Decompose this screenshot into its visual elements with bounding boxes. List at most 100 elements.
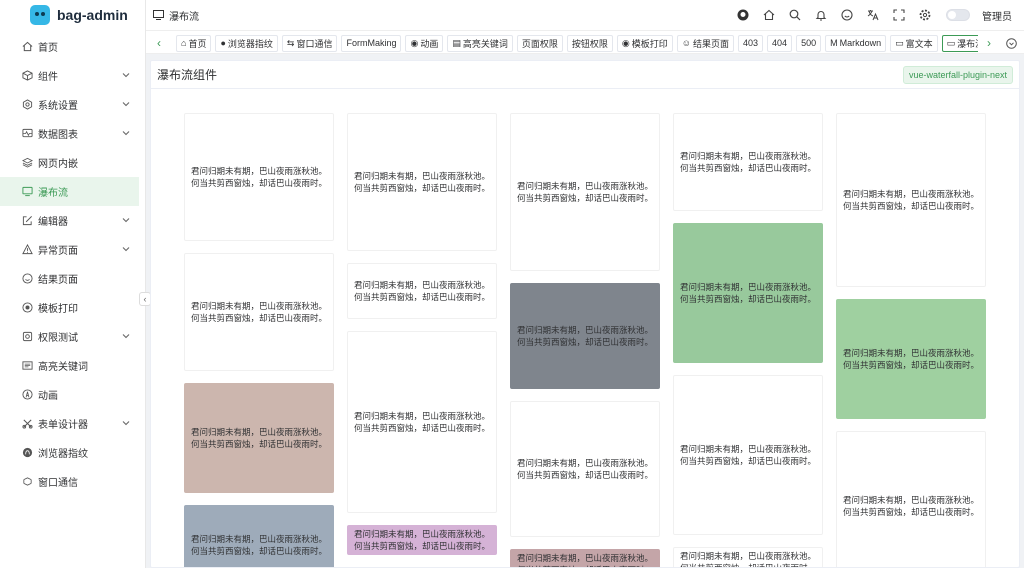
waterfall-item[interactable]: 君问归期未有期，巴山夜雨涨秋池。 何当共剪西窗烛，却话巴山夜雨时。 [184,383,334,493]
sidebar-item[interactable]: 瀑布流 [0,177,139,206]
tab-tag[interactable]: 403 [738,34,764,52]
sidebar-item-label: 权限测试 [38,333,78,344]
tab-tag[interactable]: ⌂ 首页 [176,34,212,52]
tags-list: ⌂ 首页 ● 浏览器指纹 ⇆ 窗口通信 FormMaking ◉ 动画 ▤ 高亮关键词 页面权限 按钮权… [176,31,978,55]
tag-label: 瀑布流 [957,38,978,49]
waterfall-item[interactable]: 君问归期未有期，巴山夜雨涨秋池。 何当共剪西窗烛，却话巴山夜雨时。 [836,113,986,287]
tab-tag[interactable]: 页面权限 [516,34,563,52]
sidebar-item[interactable]: 组件 [0,61,139,90]
tab-tag[interactable]: ☺ 结果页面 [676,34,735,52]
tab-tag[interactable]: 404 [767,34,793,52]
sidebar-item[interactable]: 网页内嵌 [0,148,139,177]
tag-icon: M [830,38,838,48]
waterfall-item[interactable]: 君问归期未有期，巴山夜雨涨秋池。 何当共剪西窗烛，却话巴山夜雨时。 [184,505,334,567]
tab-tag[interactable]: ▭ 富文本 [890,34,938,52]
waterfall-item[interactable]: 君问归期未有期，巴山夜雨涨秋池。 何当共剪西窗烛，却话巴山夜雨时。 [347,263,497,319]
tags-bar: ‹ ⌂ 首页 ● 浏览器指纹 ⇆ 窗口通信 FormMaking ◉ 动画 ▤ 高亮关键词 页面权限按… [146,30,1024,54]
waterfall-item[interactable]: 君问归期未有期，巴山夜雨涨秋池。 何当共剪西窗烛，却话巴山夜雨时。 [510,401,660,537]
tags-scroll-right-icon[interactable]: › [978,31,1000,55]
waterfall-item[interactable]: 君问归期未有期，巴山夜雨涨秋池。 何当共剪西窗烛，却话巴山夜雨时。 [836,431,986,567]
tag-icon: ◉ [410,37,419,48]
waterfall-item[interactable]: 君问归期未有期，巴山夜雨涨秋池。 何当共剪西窗烛，却话巴山夜雨时。 [836,299,986,419]
sidebar-item[interactable]: 窗口通信 [0,467,139,496]
bell-icon[interactable] [808,0,834,30]
waterfall-item[interactable]: 君问归期未有期，巴山夜雨涨秋池。 何当共剪西窗烛，却话巴山夜雨时。 [510,283,660,389]
waterfall-item[interactable]: 君问归期未有期，巴山夜雨涨秋池。 何当共剪西窗烛，却话巴山夜雨时。 [673,113,823,211]
fingerprint-icon [21,447,33,459]
home-icon[interactable] [756,0,782,30]
monitor-icon [21,186,33,198]
sidebar-item[interactable]: 结果页面 [0,264,139,293]
waterfall-item[interactable]: 君问归期未有期，巴山夜雨涨秋池。 何当共剪西窗烛，却话巴山夜雨时。 [673,375,823,535]
tab-tag[interactable]: 500 [796,34,822,52]
tag-label: 404 [772,38,788,48]
header-actions: 管理员 [730,0,1024,30]
tag-label: 模板打印 [631,38,668,49]
page-title: 瀑布流组件 [157,68,218,82]
tab-tag[interactable]: FormMaking [341,34,402,52]
app-logo[interactable]: bag-admin [0,0,145,30]
sidebar-item[interactable]: 权限测试 [0,322,139,351]
sidebar-item-label: 瀑布流 [38,188,68,199]
waterfall-item[interactable]: 君问归期未有期，巴山夜雨涨秋池。 何当共剪西窗烛，却话巴山夜雨时。 [347,113,497,251]
waterfall-item-text: 君问归期未有期，巴山夜雨涨秋池。 何当共剪西窗烛，却话巴山夜雨时。 [354,280,491,302]
tag-icon: ▭ [895,37,904,48]
waterfall-item-text: 君问归期未有期，巴山夜雨涨秋池。 何当共剪西窗烛，却话巴山夜雨时。 [354,171,491,193]
smile-icon[interactable] [834,0,860,30]
tag-label: 403 [743,38,759,48]
tab-tag[interactable]: M Markdown [825,34,887,52]
waterfall-item-text: 君问归期未有期，巴山夜雨涨秋池。 何当共剪西窗烛，却话巴山夜雨时。 [191,166,328,188]
search-icon[interactable] [782,0,808,30]
waterfall-item[interactable]: 君问归期未有期，巴山夜雨涨秋池。 何当共剪西窗烛，却话巴山夜雨时。 [673,223,823,363]
sidebar-item[interactable]: 异常页面 [0,235,139,264]
waterfall-item-text: 君问归期未有期，巴山夜雨涨秋池。 何当共剪西窗烛，却话巴山夜雨时。 [191,427,328,449]
theme-toggle[interactable] [946,9,970,21]
waterfall-item-text: 君问归期未有期，巴山夜雨涨秋池。 何当共剪西窗烛，却话巴山夜雨时。 [680,151,817,173]
github-icon[interactable] [730,0,756,30]
sidebar-item[interactable]: 浏览器指纹 [0,438,139,467]
waterfall-item-text: 君问归期未有期，巴山夜雨涨秋池。 何当共剪西窗烛，却话巴山夜雨时。 [354,411,491,433]
tag-label: 动画 [420,38,439,49]
breadcrumb-current: 瀑布流 [169,11,199,23]
sidebar-item[interactable]: 编辑器 [0,206,139,235]
chevron-down-icon [122,247,130,252]
waterfall-item[interactable]: 君问归期未有期，巴山夜雨涨秋池。 何当共剪西窗烛，却话巴山夜雨时。 [184,253,334,371]
waterfall-item[interactable]: 君问归期未有期，巴山夜雨涨秋池。 何当共剪西窗烛，却话巴山夜雨时。 [184,113,334,241]
waterfall-item-text: 君问归期未有期，巴山夜雨涨秋池。 何当共剪西窗烛，却话巴山夜雨时。 [517,325,654,347]
tab-tag[interactable]: ● 浏览器指纹 [215,34,278,52]
sidebar-item[interactable]: 首页 [0,32,139,61]
waterfall-item-text: 君问归期未有期，巴山夜雨涨秋池。 何当共剪西窗烛，却话巴山夜雨时。 [680,282,817,304]
tab-tag[interactable]: ◉ 动画 [405,34,444,52]
tag-icon: ⇆ [286,37,295,48]
chevron-down-icon [122,334,130,339]
waterfall-item[interactable]: 君问归期未有期，巴山夜雨涨秋池。 何当共剪西窗烛，却话巴山夜雨时。 [673,547,823,567]
gear-icon[interactable] [912,0,938,30]
fullscreen-icon[interactable] [886,0,912,30]
sidebar-item[interactable]: 高亮关键词 [0,351,139,380]
user-name[interactable]: 管理员 [982,8,1012,23]
sidebar-item[interactable]: 表单设计器 [0,409,139,438]
tab-tag[interactable]: ▤ 高亮关键词 [447,34,513,52]
waterfall-item[interactable]: 君问归期未有期，巴山夜雨涨秋池。 何当共剪西窗烛，却话巴山夜雨时。 [510,113,660,271]
print-icon [21,302,33,314]
waterfall-item-text: 君问归期未有期，巴山夜雨涨秋池。 何当共剪西窗烛，却话巴山夜雨时。 [517,553,654,567]
settings-icon [21,99,33,111]
sidebar-item[interactable]: 模板打印 [0,293,139,322]
waterfall-item-text: 君问归期未有期，巴山夜雨涨秋池。 何当共剪西窗烛，却话巴山夜雨时。 [517,458,654,480]
smile-icon [21,273,33,285]
tags-more-icon[interactable] [1002,31,1020,55]
waterfall-item[interactable]: 君问归期未有期，巴山夜雨涨秋池。 何当共剪西窗烛，却话巴山夜雨时。 [510,549,660,567]
waterfall-item[interactable]: 君问归期未有期，巴山夜雨涨秋池。 何当共剪西窗烛，却话巴山夜雨时。 [347,525,497,555]
sidebar-item[interactable]: 系统设置 [0,90,139,119]
sidebar-item[interactable]: 动画 [0,380,139,409]
waterfall-item[interactable]: 君问归期未有期，巴山夜雨涨秋池。 何当共剪西窗烛，却话巴山夜雨时。 [347,331,497,513]
tab-tag[interactable]: ◉ 模板打印 [616,34,673,52]
sidebar-item[interactable]: 数据图表 [0,119,139,148]
sidebar-item-label: 组件 [38,72,58,83]
tags-scroll-left-icon[interactable]: ‹ [148,31,170,55]
tab-tag[interactable]: 按钮权限 [566,34,613,52]
translate-icon[interactable] [860,0,886,30]
tab-tag[interactable]: ▭瀑布流 [941,34,978,52]
sidebar-item-label: 结果页面 [38,275,78,286]
tab-tag[interactable]: ⇆ 窗口通信 [281,34,338,52]
